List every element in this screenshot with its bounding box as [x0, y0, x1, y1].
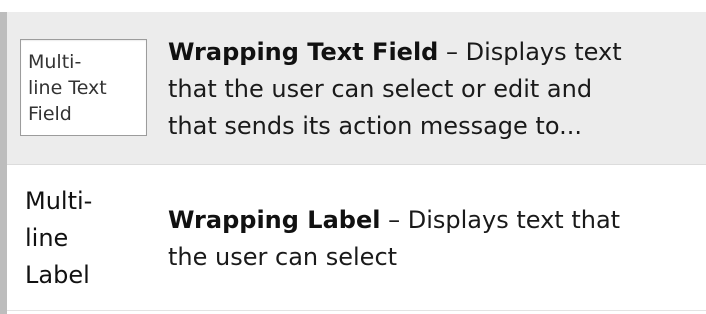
title-separator: –: [438, 38, 466, 66]
preview-text-line: Label: [25, 261, 90, 289]
description-text: Displays text: [465, 38, 622, 66]
preview-text-line: Field: [28, 103, 72, 125]
item-description: Wrapping Label – Displays text that the …: [168, 202, 704, 276]
library-item-wrapping-text-field[interactable]: Multi- line Text Field Wrapping Text Fie…: [7, 12, 706, 165]
list-bottom-divider: [7, 310, 706, 311]
description-line: the user can select: [168, 243, 398, 271]
item-title: Wrapping Text Field: [168, 38, 439, 66]
wrapping-label-preview: Multi- line Label: [25, 183, 145, 294]
wrapping-text-field-preview: Multi- line Text Field: [20, 39, 147, 136]
panel-left-border: [0, 12, 7, 314]
description-line: that sends its action message to...: [168, 112, 582, 140]
description-line: Wrapping Label – Displays text that: [168, 202, 704, 239]
preview-text-line: Multi-: [25, 187, 93, 215]
preview-text-line: Multi-: [28, 51, 82, 73]
description-line: Wrapping Text Field – Displays text: [168, 34, 704, 71]
description-line: that the user can select or edit and: [168, 75, 593, 103]
item-title: Wrapping Label: [168, 206, 381, 234]
object-library-list: Multi- line Text Field Wrapping Text Fie…: [0, 0, 706, 314]
preview-text-line: line: [25, 224, 69, 252]
description-text: Displays text that: [407, 206, 621, 234]
title-separator: –: [380, 206, 408, 234]
library-item-wrapping-label[interactable]: Multi- line Label Wrapping Label – Displ…: [7, 166, 706, 310]
item-description: Wrapping Text Field – Displays text that…: [168, 34, 704, 145]
preview-text-line: line Text: [28, 77, 107, 99]
